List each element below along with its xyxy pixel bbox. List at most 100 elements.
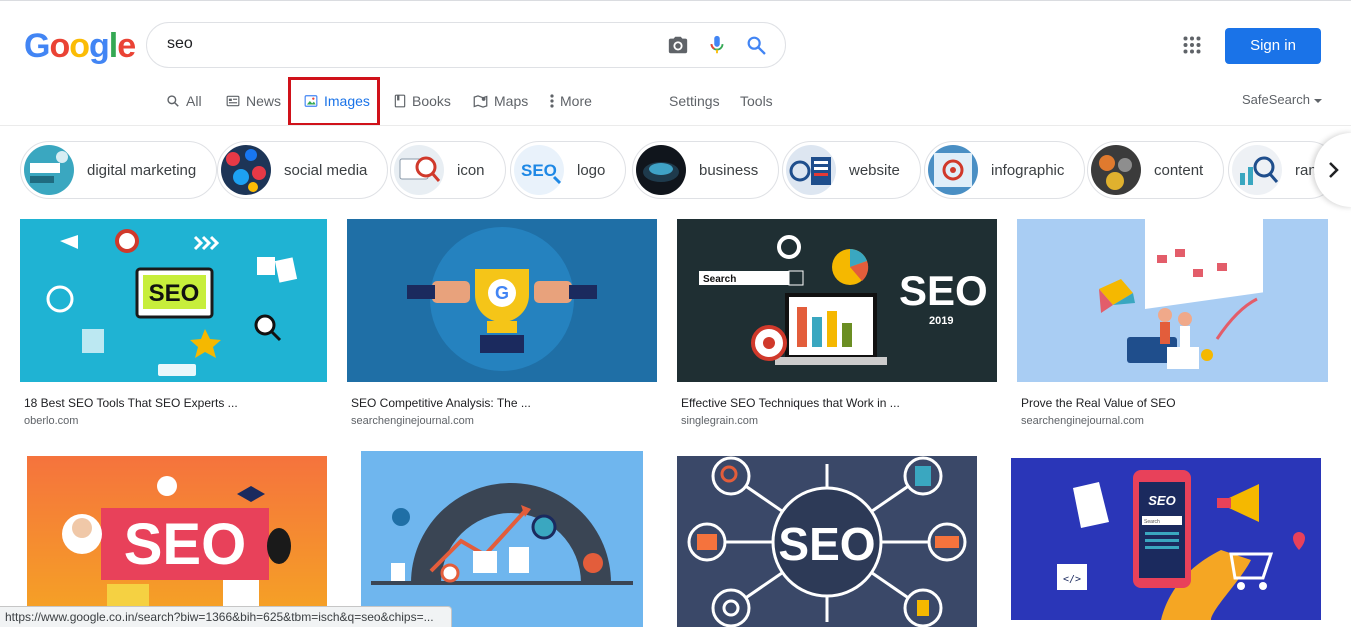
image-text: SEO <box>149 280 200 307</box>
logo-letter: l <box>108 27 119 65</box>
tab-more[interactable]: More <box>550 89 592 113</box>
chip-thumbnail <box>1232 145 1282 195</box>
image-text: SEO <box>124 512 247 577</box>
chip-label: icon <box>457 161 485 179</box>
related-chips: digital marketing social media icon SEO … <box>20 141 1351 199</box>
apps-grid-icon[interactable] <box>1183 36 1201 54</box>
svg-text:</>: </> <box>1063 574 1081 585</box>
chip-infographic[interactable]: infographic <box>924 141 1086 199</box>
tab-settings[interactable]: Settings <box>669 89 720 113</box>
safesearch-label: SafeSearch <box>1242 92 1310 107</box>
chip-thumbnail <box>636 145 686 195</box>
search-input[interactable] <box>167 35 647 53</box>
image-subtext: 2019 <box>929 315 953 327</box>
result-source[interactable]: singlegrain.com <box>681 415 758 427</box>
result-title[interactable]: Effective SEO Techniques that Work in ..… <box>681 396 900 410</box>
chip-thumbnail <box>1091 145 1141 195</box>
image-result[interactable]: SEO Search </> <box>1011 458 1321 620</box>
image-result[interactable] <box>361 451 643 627</box>
tab-label: Maps <box>494 93 529 109</box>
chip-business[interactable]: business <box>632 141 780 199</box>
chip-label: website <box>849 161 900 179</box>
chip-thumbnail <box>24 145 74 195</box>
chip-thumbnail: SEO <box>514 145 564 195</box>
image-text: SEO <box>778 518 875 570</box>
tab-label: Settings <box>669 93 720 109</box>
chip-social-media[interactable]: social media <box>217 141 389 199</box>
chip-icon[interactable]: icon <box>390 141 506 199</box>
result-source[interactable]: searchenginejournal.com <box>351 415 474 427</box>
result-thumbnail[interactable] <box>1017 219 1328 382</box>
tab-books[interactable]: Books <box>394 89 451 113</box>
image-result[interactable]: SEO <box>27 456 327 627</box>
svg-text:G: G <box>495 283 509 303</box>
result-thumbnail[interactable]: Search SEO 2019 <box>677 219 997 382</box>
image-search-label: Search <box>703 274 736 285</box>
result-thumbnail[interactable]: SEO <box>677 456 977 627</box>
more-vert-icon <box>550 94 554 108</box>
chip-label: content <box>1154 161 1204 179</box>
logo-letter: e <box>117 27 136 65</box>
chevron-right-icon <box>1329 162 1339 178</box>
microphone-icon[interactable] <box>706 34 728 56</box>
book-icon <box>394 94 406 108</box>
tab-maps[interactable]: Maps <box>473 89 528 113</box>
header-divider <box>0 125 1351 126</box>
result-thumbnail[interactable]: SEO <box>20 219 327 382</box>
chip-content[interactable]: content <box>1087 141 1225 199</box>
logo-letter: g <box>89 27 110 65</box>
link-preview-status-bar: https://www.google.co.in/search?biw=1366… <box>0 606 452 627</box>
chip-label: infographic <box>991 161 1065 179</box>
tab-label: Tools <box>740 93 773 109</box>
chip-label: business <box>699 161 759 179</box>
safesearch-dropdown[interactable]: SafeSearch <box>1242 92 1322 107</box>
search-tabs: All News Images Books Maps More Settings… <box>0 89 1351 117</box>
chip-label: logo <box>577 161 606 179</box>
chip-thumbnail <box>221 145 271 195</box>
tab-label: All <box>186 93 202 109</box>
image-result[interactable]: G SEO Competitive Analysis: The ... sear… <box>347 219 657 429</box>
google-logo[interactable]: Google <box>24 27 136 66</box>
result-source[interactable]: oberlo.com <box>24 415 78 427</box>
map-icon <box>473 94 488 108</box>
image-result[interactable]: Prove the Real Value of SEO searchengine… <box>1017 219 1328 429</box>
result-title[interactable]: 18 Best SEO Tools That SEO Experts ... <box>24 396 238 410</box>
tab-label: Books <box>412 93 451 109</box>
chip-thumbnail <box>928 145 978 195</box>
search-box[interactable] <box>146 22 786 68</box>
logo-letter: o <box>49 27 70 65</box>
svg-text:SEO: SEO <box>521 161 557 180</box>
tab-tools[interactable]: Tools <box>740 89 773 113</box>
images-tab-highlight <box>288 77 380 126</box>
result-thumbnail[interactable] <box>361 451 643 627</box>
image-result[interactable]: Search SEO 2019 Effective SEO Techniques… <box>677 219 997 429</box>
caret-down-icon <box>1313 99 1322 103</box>
chip-website[interactable]: website <box>782 141 921 199</box>
logo-letter: o <box>69 27 90 65</box>
tab-label: News <box>246 93 282 109</box>
search-icon[interactable] <box>745 34 767 56</box>
result-thumbnail[interactable]: SEO <box>27 456 327 627</box>
sign-in-button[interactable]: Sign in <box>1225 28 1321 64</box>
logo-letter: G <box>24 27 50 65</box>
chip-thumbnail <box>786 145 836 195</box>
image-search-label: Search <box>1144 519 1160 525</box>
result-thumbnail[interactable]: G <box>347 219 657 382</box>
image-result[interactable]: SEO 18 Best SEO Tools That SEO Experts .… <box>20 219 328 429</box>
tab-all[interactable]: All <box>166 89 202 113</box>
result-thumbnail[interactable]: SEO Search </> <box>1011 458 1321 620</box>
search-icon <box>167 95 179 107</box>
result-title[interactable]: Prove the Real Value of SEO <box>1021 396 1176 410</box>
chip-label: digital marketing <box>87 161 197 179</box>
image-result[interactable]: SEO <box>677 456 977 627</box>
newspaper-icon <box>226 95 240 107</box>
chip-logo[interactable]: SEO logo <box>510 141 627 199</box>
result-title[interactable]: SEO Competitive Analysis: The ... <box>351 396 531 410</box>
result-source[interactable]: searchenginejournal.com <box>1021 415 1144 427</box>
tab-news[interactable]: News <box>226 89 281 113</box>
chip-digital-marketing[interactable]: digital marketing <box>20 141 218 199</box>
chip-label: social media <box>284 161 368 179</box>
camera-icon[interactable] <box>667 34 689 56</box>
image-text: SEO <box>899 267 988 314</box>
image-text: SEO <box>1148 493 1175 508</box>
